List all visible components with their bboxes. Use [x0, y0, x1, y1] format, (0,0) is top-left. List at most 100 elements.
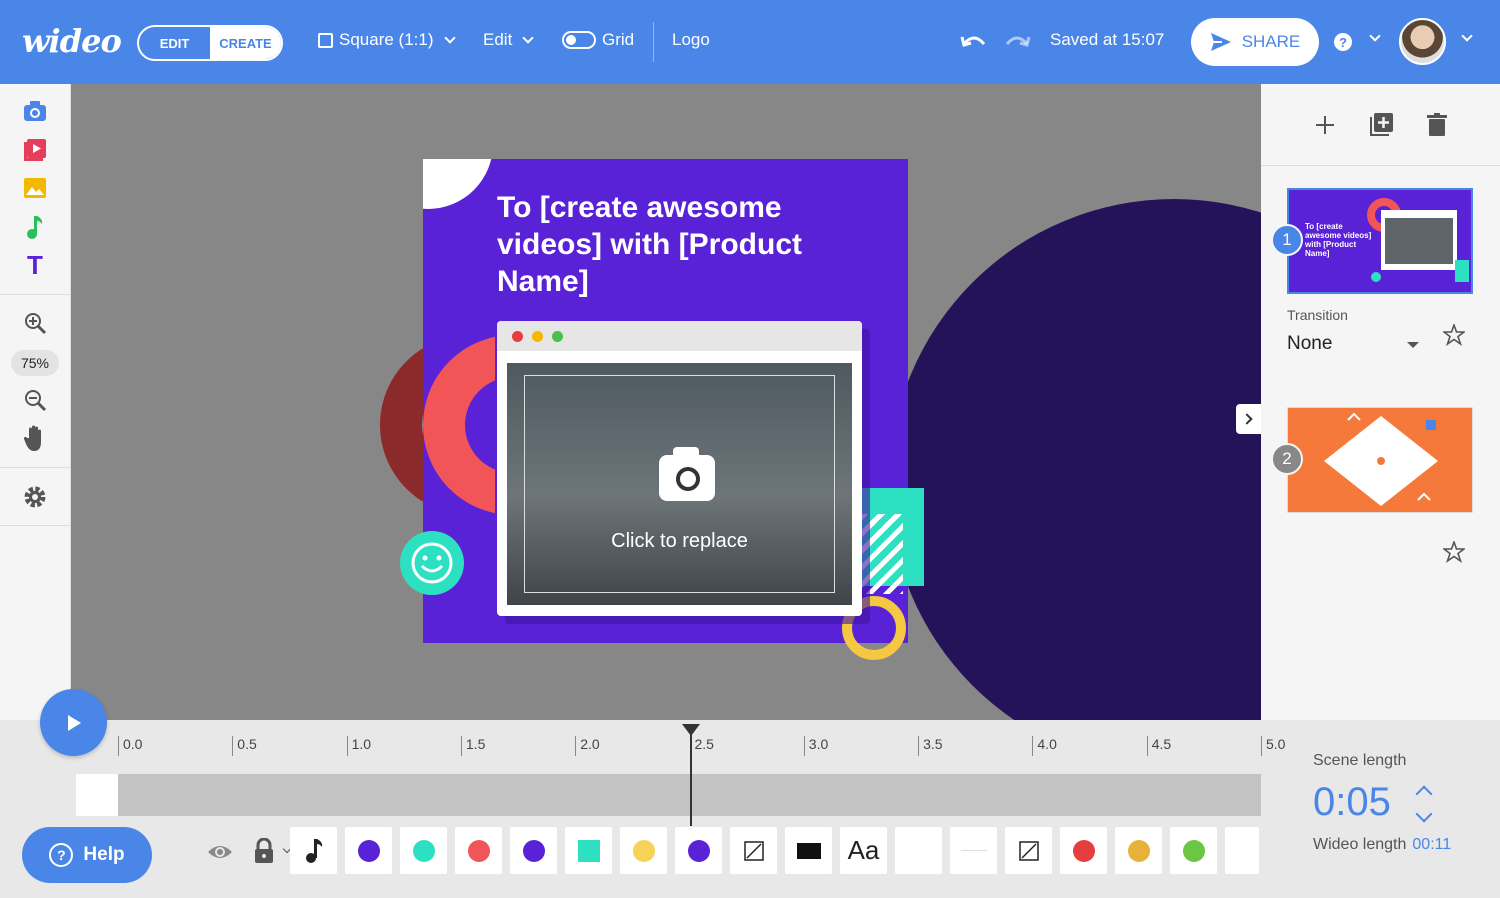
timeline-tick: 3.0 — [803, 736, 828, 756]
edit-menu[interactable]: Edit — [483, 30, 534, 50]
timeline-tick: 0.0 — [118, 736, 142, 756]
video-icon[interactable] — [22, 137, 48, 163]
timeline-track[interactable] — [76, 774, 1261, 816]
lock-icon[interactable] — [253, 838, 275, 864]
layer-shape[interactable] — [565, 827, 612, 874]
undo-button[interactable] — [960, 30, 988, 52]
background-circle[interactable] — [889, 199, 1261, 720]
hand-icon[interactable] — [22, 425, 48, 451]
scene-thumbnail-2[interactable] — [1287, 407, 1473, 513]
timeline-tick: 2.0 — [575, 736, 600, 756]
click-to-replace-label: Click to replace — [611, 530, 748, 552]
star-icon[interactable] — [1443, 541, 1465, 563]
timeline-tick: 5.0 — [1261, 736, 1285, 756]
timeline-start-marker[interactable] — [76, 774, 118, 816]
layer-audio[interactable] — [290, 827, 337, 874]
circle-shape-icon — [467, 839, 490, 862]
transition-label: Transition — [1287, 307, 1348, 323]
circle-shape-icon — [412, 839, 435, 862]
toolbar-divider — [0, 467, 71, 468]
format-dropdown[interactable]: Square (1:1) — [318, 30, 456, 50]
transparent-icon — [1018, 840, 1039, 861]
stripes-pattern[interactable] — [861, 514, 903, 594]
layer-shape[interactable] — [1115, 827, 1162, 874]
white-circle-shape[interactable] — [423, 159, 493, 209]
dropdown-arrow-icon[interactable] — [1407, 342, 1419, 348]
playhead[interactable] — [682, 724, 700, 826]
mode-switch: EDIT CREATE — [137, 25, 283, 61]
chevron-down-icon[interactable] — [1461, 30, 1473, 42]
image-icon[interactable] — [22, 175, 48, 201]
browser-titlebar — [497, 321, 862, 351]
thumbnail-browser — [1381, 210, 1457, 270]
scene-length-value[interactable]: 0:05 — [1313, 780, 1391, 825]
timeline-tick: 2.5 — [689, 736, 714, 756]
help-button[interactable]: ? Help — [22, 827, 152, 883]
layer-shape[interactable] — [675, 827, 722, 874]
chevron-down-icon[interactable] — [1369, 30, 1381, 42]
layer-text[interactable]: Aa — [840, 827, 887, 874]
camera-icon[interactable] — [22, 98, 48, 124]
layer-blank[interactable] — [1225, 827, 1259, 874]
left-toolbar: T 75% — [0, 84, 71, 720]
layer-shape[interactable] — [620, 827, 667, 874]
layer-line[interactable] — [950, 827, 997, 874]
layer-shape[interactable] — [400, 827, 447, 874]
logo-menu[interactable]: Logo — [672, 30, 710, 50]
toolbar-divider — [653, 22, 654, 62]
layer-transparent[interactable] — [730, 827, 777, 874]
circle-shape-icon — [1127, 839, 1150, 862]
thumbnail-title: To [create awesome videos] with [Product… — [1305, 222, 1372, 258]
wideo-length-value: 00:11 — [1412, 836, 1452, 853]
layer-shape[interactable] — [455, 827, 502, 874]
scene-title-text[interactable]: To [create awesome videos] with [Product… — [497, 189, 817, 300]
edit-mode-button[interactable]: EDIT — [139, 27, 210, 59]
smiley-sticker[interactable] — [400, 531, 464, 595]
timeline-tick: 1.0 — [346, 736, 371, 756]
browser-minimize-dot — [532, 330, 543, 342]
gear-icon[interactable] — [22, 484, 48, 510]
collapse-panel-button[interactable] — [1236, 404, 1262, 434]
add-scene-icon[interactable] — [1314, 114, 1336, 136]
music-icon[interactable] — [22, 214, 48, 240]
chevron-right-icon — [1241, 413, 1253, 425]
saved-status: Saved at 15:07 — [1050, 30, 1165, 49]
toolbar-divider — [0, 294, 71, 295]
layer-transparent[interactable] — [1005, 827, 1052, 874]
scene-number-badge: 2 — [1271, 443, 1303, 475]
help-icon[interactable]: ? — [1334, 33, 1352, 51]
star-icon[interactable] — [1443, 324, 1465, 346]
layer-shape[interactable] — [510, 827, 557, 874]
share-button[interactable]: SHARE — [1191, 18, 1319, 66]
grid-toggle[interactable]: Grid — [562, 30, 634, 50]
help-label: Help — [83, 844, 125, 865]
wideo-logo[interactable]: wideo — [22, 22, 122, 60]
layer-blank[interactable] — [895, 827, 942, 874]
line-shape-icon — [960, 850, 987, 851]
zoom-in-icon[interactable] — [22, 310, 48, 336]
create-mode-button[interactable]: CREATE — [210, 27, 281, 59]
play-button[interactable] — [40, 689, 107, 756]
layer-shape[interactable] — [1170, 827, 1217, 874]
timeline-tick: 1.5 — [460, 736, 485, 756]
user-avatar[interactable] — [1399, 18, 1446, 65]
chevron-down-icon — [443, 32, 456, 44]
transition-select[interactable]: None — [1287, 333, 1332, 355]
layer-shape[interactable] — [345, 827, 392, 874]
wideo-length: Wideo length 00:11 — [1313, 836, 1451, 854]
layer-shape[interactable] — [785, 827, 832, 874]
redo-button[interactable] — [1003, 30, 1031, 52]
browser-mockup[interactable]: Click to replace — [497, 321, 862, 616]
editor-canvas[interactable]: To [create awesome videos] with [Product… — [71, 84, 1261, 720]
timeline-tick: 4.0 — [1032, 736, 1057, 756]
scene-thumbnail-1[interactable]: To [create awesome videos] with [Product… — [1287, 188, 1473, 294]
camera-icon — [659, 447, 715, 501]
zoom-out-icon[interactable] — [22, 387, 48, 413]
timeline-tick: 3.5 — [918, 736, 943, 756]
eye-icon[interactable] — [206, 842, 234, 862]
layer-shape[interactable] — [1060, 827, 1107, 874]
duplicate-scene-icon[interactable] — [1368, 112, 1394, 138]
image-placeholder[interactable]: Click to replace — [507, 363, 852, 605]
text-icon[interactable]: T — [22, 250, 48, 280]
delete-scene-icon[interactable] — [1426, 112, 1448, 137]
